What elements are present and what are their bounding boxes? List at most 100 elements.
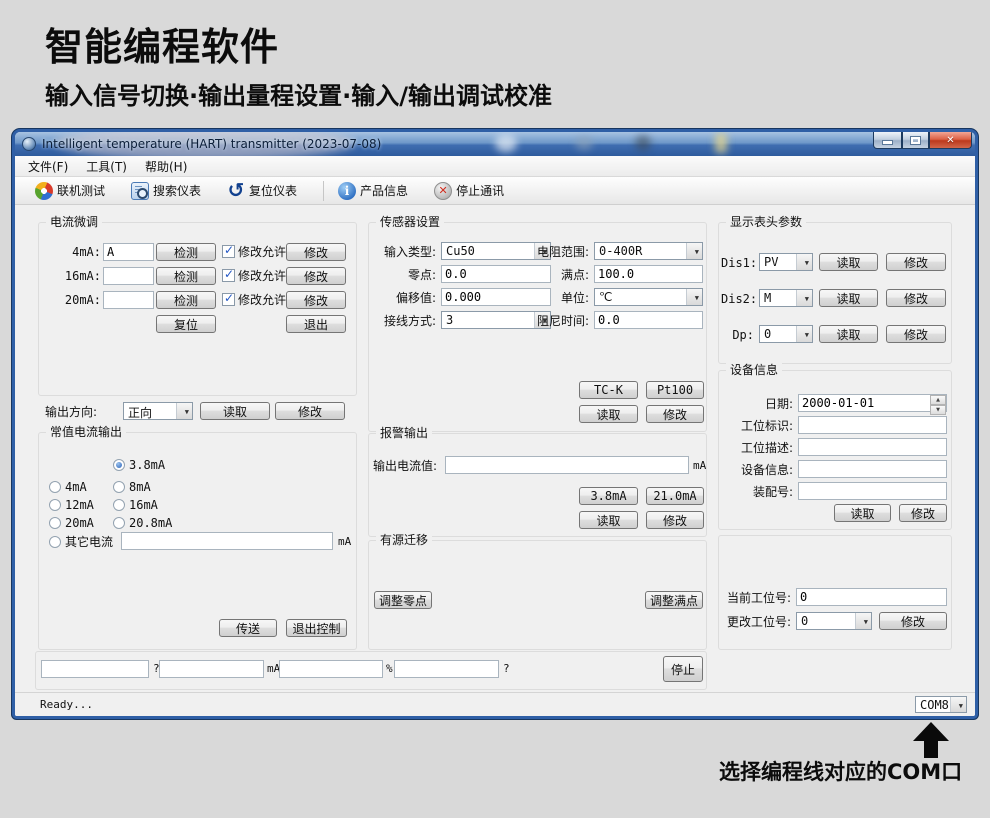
dis2-modify-button[interactable]: 修改 (886, 289, 946, 307)
measure-input-4[interactable] (394, 660, 499, 678)
com-port-combo[interactable]: COM8 (915, 696, 967, 713)
radio-8ma-label: 8mA (129, 478, 151, 496)
stop-comm-button[interactable]: 停止通讯 (434, 182, 504, 200)
radio-12ma[interactable] (49, 499, 61, 511)
current-station-input[interactable] (796, 588, 947, 606)
minimize-button[interactable] (873, 132, 902, 149)
alarm-current-input[interactable] (445, 456, 689, 474)
exit-control-button[interactable]: 退出控制 (286, 619, 347, 637)
radio-4ma[interactable] (49, 481, 61, 493)
menu-help[interactable]: 帮助(H) (136, 156, 196, 177)
device-modify-button[interactable]: 修改 (899, 504, 947, 522)
dis1-modify-button[interactable]: 修改 (886, 253, 946, 271)
trim-20ma-detect-button[interactable]: 检测 (156, 291, 216, 309)
trim-exit-button[interactable]: 退出 (286, 315, 346, 333)
menu-file[interactable]: 文件(F) (19, 156, 77, 177)
trim-4ma-allow-checkbox[interactable] (222, 245, 235, 258)
change-station-modify-button[interactable]: 修改 (879, 612, 947, 630)
search-instrument-button[interactable]: 搜索仪表 (131, 182, 201, 200)
device-info-group: 设备信息 日期: ▲▼ 工位标识: 工位描述: 设备信息: 装配号: 读取 修改 (718, 370, 952, 530)
damping-label: 阻尼时间: (524, 312, 589, 330)
alarm-unit: mA (693, 457, 706, 475)
full-input[interactable] (594, 265, 703, 283)
spinner-down-icon[interactable]: ▼ (930, 405, 946, 415)
pt100-button[interactable]: Pt100 (646, 381, 704, 399)
output-direction-modify-button[interactable]: 修改 (275, 402, 345, 420)
close-button[interactable]: ✕ (929, 132, 972, 149)
stop-button[interactable]: 停止 (663, 656, 703, 682)
separator-percent: % (386, 660, 393, 678)
dp-modify-button[interactable]: 修改 (886, 325, 946, 343)
measure-input-3[interactable] (279, 660, 383, 678)
radio-16ma[interactable] (113, 499, 125, 511)
alarm-modify-button[interactable]: 修改 (646, 511, 704, 529)
station-id-input[interactable] (798, 416, 947, 434)
trim-16ma-input[interactable] (103, 267, 154, 285)
send-button[interactable]: 传送 (219, 619, 277, 637)
trim-row-actions: 复位 退出 (39, 315, 356, 333)
radio-3-8ma[interactable] (113, 459, 125, 471)
radio-8ma[interactable] (113, 481, 125, 493)
close-x-icon: ✕ (946, 135, 954, 146)
page-subtitle: 输入信号切换·输出量程设置·输入/输出调试校准 (45, 76, 552, 111)
trim-4ma-input[interactable] (103, 243, 154, 261)
radio-20-8ma[interactable] (113, 517, 125, 529)
dp-combo[interactable]: 0 (759, 325, 813, 343)
dis2-combo[interactable]: M (759, 289, 813, 307)
station-desc-input[interactable] (798, 438, 947, 456)
menu-tools[interactable]: 工具(T) (77, 156, 136, 177)
dis1-combo[interactable]: PV (759, 253, 813, 271)
trim-16ma-detect-button[interactable]: 检测 (156, 267, 216, 285)
trim-row-4ma: 4mA: 检测 修改允许 修改 (39, 243, 356, 261)
adjust-zero-button[interactable]: 调整零点 (374, 591, 432, 609)
measure-input-1[interactable] (41, 660, 149, 678)
output-direction-read-button[interactable]: 读取 (200, 402, 270, 420)
toolbar-separator (323, 181, 324, 201)
adjust-full-button[interactable]: 调整满点 (645, 591, 703, 609)
sensor-settings-group: 传感器设置 输入类型: Cu50 电阻范围: 0-400R 零点: 满点: 偏移… (368, 222, 707, 432)
glass-blur-decoration (575, 136, 593, 150)
measure-input-2[interactable] (159, 660, 264, 678)
sensor-modify-button[interactable]: 修改 (646, 405, 704, 423)
alarm-high-button[interactable]: 21.0mA (646, 487, 704, 505)
assembly-input[interactable] (798, 482, 947, 500)
maximize-button[interactable] (902, 132, 929, 149)
damping-input[interactable] (594, 311, 703, 329)
tck-button[interactable]: TC-K (579, 381, 638, 399)
trim-4ma-label: 4mA: (53, 243, 101, 261)
date-spinner[interactable]: ▲▼ (930, 395, 946, 415)
online-test-button[interactable]: 联机测试 (35, 182, 105, 200)
sensor-read-button[interactable]: 读取 (579, 405, 638, 423)
dis1-read-button[interactable]: 读取 (819, 253, 878, 271)
alarm-read-button[interactable]: 读取 (579, 511, 638, 529)
trim-16ma-allow-checkbox[interactable] (222, 269, 235, 282)
date-input[interactable] (798, 394, 947, 412)
radio-4ma-label: 4mA (65, 478, 87, 496)
trim-reset-button[interactable]: 复位 (156, 315, 216, 333)
titlebar: Intelligent temperature (HART) transmitt… (15, 132, 975, 156)
reset-instrument-button[interactable]: 复位仪表 (227, 182, 297, 200)
station-number-box: 当前工位号: 更改工位号: 0 修改 (718, 535, 952, 650)
dp-read-button[interactable]: 读取 (819, 325, 878, 343)
change-station-combo[interactable]: 0 (796, 612, 872, 630)
device-info-input[interactable] (798, 460, 947, 478)
radio-20ma[interactable] (49, 517, 61, 529)
radio-other-current[interactable] (49, 536, 61, 548)
dis2-read-button[interactable]: 读取 (819, 289, 878, 307)
other-current-input[interactable] (121, 532, 333, 550)
resistance-range-combo[interactable]: 0-400R (594, 242, 703, 260)
window-title: Intelligent temperature (HART) transmitt… (42, 137, 381, 151)
online-test-label: 联机测试 (57, 182, 105, 199)
device-read-button[interactable]: 读取 (834, 504, 891, 522)
trim-4ma-modify-button[interactable]: 修改 (286, 243, 346, 261)
trim-20ma-input[interactable] (103, 291, 154, 309)
product-info-button[interactable]: 产品信息 (338, 182, 408, 200)
trim-4ma-detect-button[interactable]: 检测 (156, 243, 216, 261)
trim-20ma-modify-button[interactable]: 修改 (286, 291, 346, 309)
alarm-low-button[interactable]: 3.8mA (579, 487, 638, 505)
trim-16ma-modify-button[interactable]: 修改 (286, 267, 346, 285)
spinner-up-icon[interactable]: ▲ (930, 395, 946, 405)
trim-20ma-allow-checkbox[interactable] (222, 293, 235, 306)
unit-combo[interactable]: ℃ (594, 288, 703, 306)
output-direction-combo[interactable]: 正向 (123, 402, 193, 420)
